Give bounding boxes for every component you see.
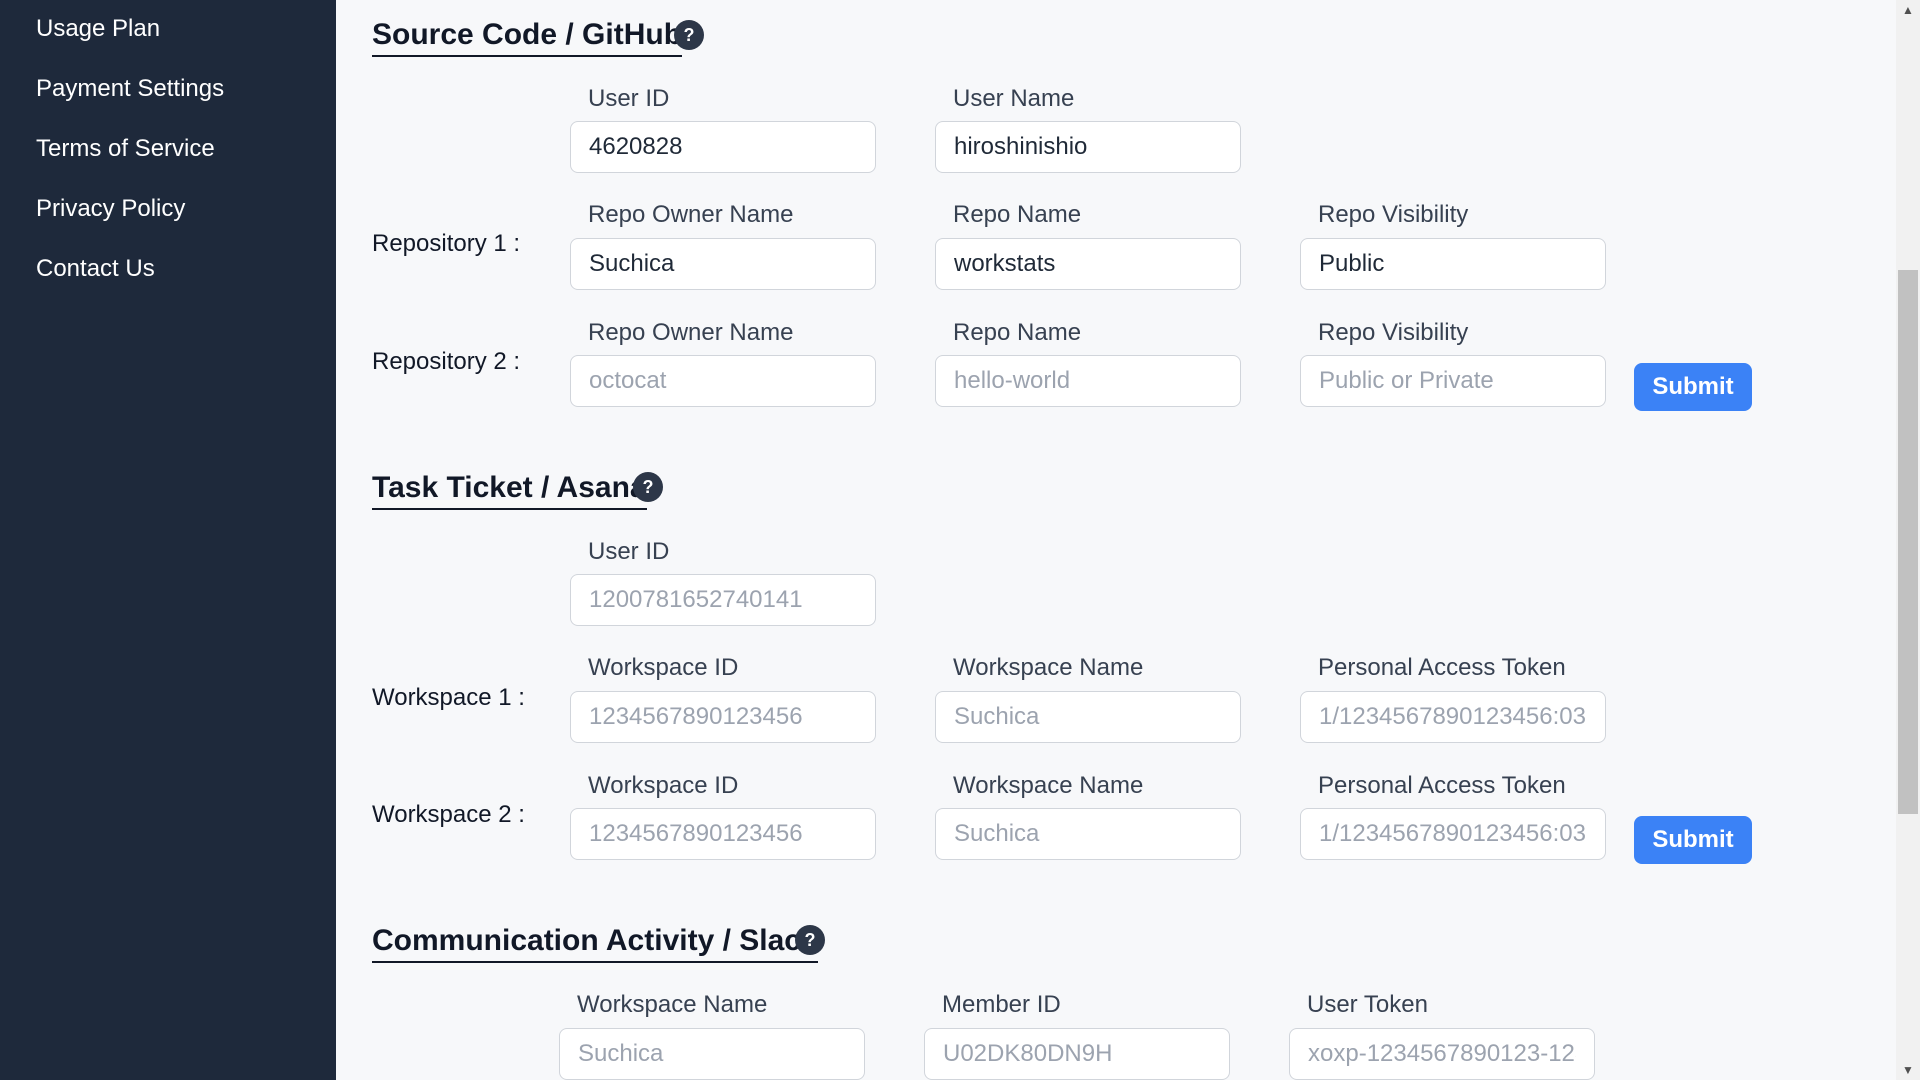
asana-section-title: Task Ticket / Asana xyxy=(372,470,647,510)
github-user-name-input[interactable] xyxy=(935,121,1241,173)
github-submit-button[interactable]: Submit xyxy=(1634,363,1752,411)
github-user-id-label: User ID xyxy=(588,85,670,112)
repo2-visibility-label: Repo Visibility xyxy=(1318,319,1469,346)
slack-section-title: Communication Activity / Slack xyxy=(372,923,818,963)
workspace1-token-input[interactable] xyxy=(1300,691,1606,743)
sidebar-item-terms-of-service[interactable]: Terms of Service xyxy=(36,134,215,164)
repo2-visibility-input[interactable] xyxy=(1300,355,1606,407)
sidebar: Usage Plan Payment Settings Terms of Ser… xyxy=(0,0,336,1080)
slack-workspace-name-label: Workspace Name xyxy=(577,991,768,1018)
workspace1-id-label: Workspace ID xyxy=(588,654,739,681)
workspace1-name-label: Workspace Name xyxy=(953,654,1144,681)
repo2-owner-input[interactable] xyxy=(570,355,876,407)
workspace2-id-label: Workspace ID xyxy=(588,772,739,799)
asana-user-id-input[interactable] xyxy=(570,574,876,626)
scroll-up-icon[interactable]: ▲ xyxy=(1896,0,1920,20)
github-section-title: Source Code / GitHub xyxy=(372,17,683,57)
slack-member-id-input[interactable] xyxy=(924,1028,1230,1080)
page-scrollbar[interactable]: ▲ ▼ xyxy=(1896,0,1920,1080)
asana-submit-button[interactable]: Submit xyxy=(1634,816,1752,864)
repo1-visibility-label: Repo Visibility xyxy=(1318,201,1469,228)
repo2-row-label: Repository 2 : xyxy=(372,348,521,375)
slack-workspace-name-input[interactable] xyxy=(559,1028,865,1080)
scroll-down-icon[interactable]: ▼ xyxy=(1896,1060,1920,1080)
workspace2-name-label: Workspace Name xyxy=(953,772,1144,799)
sidebar-item-payment-settings[interactable]: Payment Settings xyxy=(36,74,224,104)
workspace1-token-label: Personal Access Token xyxy=(1318,654,1566,681)
slack-member-id-label: Member ID xyxy=(942,991,1061,1018)
workspace1-name-input[interactable] xyxy=(935,691,1241,743)
sidebar-item-contact-us[interactable]: Contact Us xyxy=(36,254,155,284)
github-user-name-label: User Name xyxy=(953,85,1075,112)
repo2-name-label: Repo Name xyxy=(953,319,1082,346)
repo2-name-input[interactable] xyxy=(935,355,1241,407)
repo2-owner-label: Repo Owner Name xyxy=(588,319,794,346)
slack-help-icon[interactable]: ? xyxy=(795,925,825,955)
workspace2-name-input[interactable] xyxy=(935,808,1241,860)
workspace1-row-label: Workspace 1 : xyxy=(372,684,525,711)
github-help-icon[interactable]: ? xyxy=(674,20,704,50)
slack-user-token-input[interactable] xyxy=(1289,1028,1595,1080)
repo1-owner-input[interactable] xyxy=(570,238,876,290)
repo1-name-label: Repo Name xyxy=(953,201,1082,228)
repo1-row-label: Repository 1 : xyxy=(372,230,521,257)
sidebar-item-privacy-policy[interactable]: Privacy Policy xyxy=(36,194,185,224)
repo1-visibility-input[interactable] xyxy=(1300,238,1606,290)
workspace2-row-label: Workspace 2 : xyxy=(372,801,525,828)
github-user-id-input[interactable] xyxy=(570,121,876,173)
repo1-owner-label: Repo Owner Name xyxy=(588,201,794,228)
scrollbar-thumb[interactable] xyxy=(1898,270,1918,814)
workspace1-id-input[interactable] xyxy=(570,691,876,743)
asana-help-icon[interactable]: ? xyxy=(633,472,663,502)
slack-user-token-label: User Token xyxy=(1307,991,1428,1018)
repo1-name-input[interactable] xyxy=(935,238,1241,290)
sidebar-item-usage-plan[interactable]: Usage Plan xyxy=(36,14,160,44)
workspace2-token-input[interactable] xyxy=(1300,808,1606,860)
workspace2-id-input[interactable] xyxy=(570,808,876,860)
asana-user-id-label: User ID xyxy=(588,538,670,565)
workspace2-token-label: Personal Access Token xyxy=(1318,772,1566,799)
